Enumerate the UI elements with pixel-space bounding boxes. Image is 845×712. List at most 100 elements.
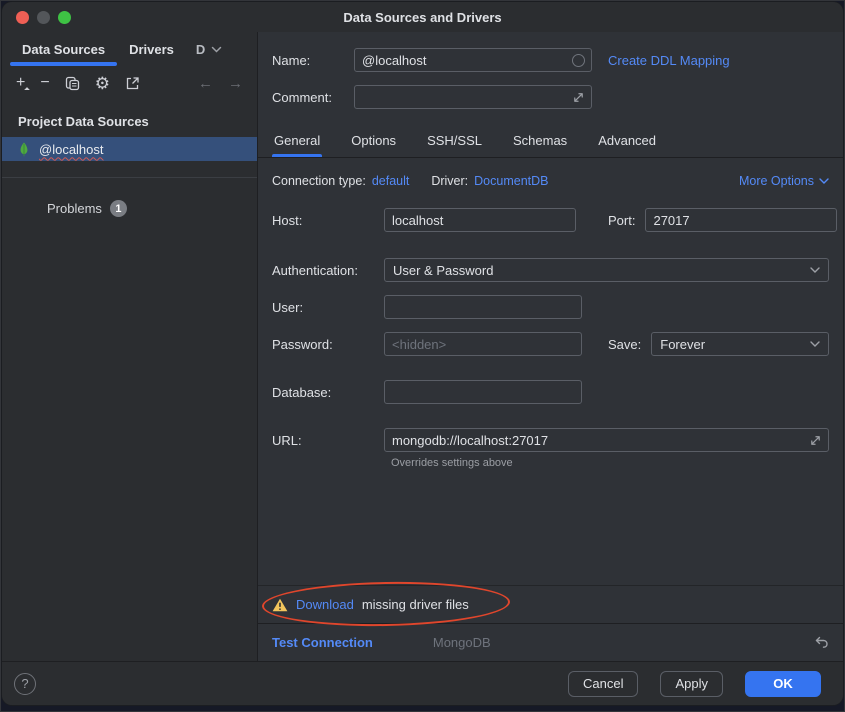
sidebar-divider bbox=[2, 177, 257, 178]
url-row: URL: bbox=[272, 428, 829, 452]
comment-input[interactable] bbox=[355, 86, 572, 108]
save-label: Save: bbox=[608, 337, 641, 352]
chevron-down-icon[interactable] bbox=[211, 46, 222, 53]
minimize-button[interactable] bbox=[37, 11, 50, 24]
zoom-button[interactable] bbox=[58, 11, 71, 24]
database-label: Database: bbox=[272, 385, 384, 400]
tab-drivers[interactable]: Drivers bbox=[117, 32, 186, 66]
authentication-label: Authentication: bbox=[272, 263, 384, 278]
duplicate-icon[interactable] bbox=[65, 76, 80, 91]
url-hint: Overrides settings above bbox=[391, 457, 829, 469]
datasource-item-localhost[interactable]: @localhost bbox=[2, 137, 257, 161]
tab-advanced[interactable]: Advanced bbox=[596, 125, 658, 157]
driver-warning-row: Download missing driver files bbox=[258, 585, 843, 623]
create-ddl-mapping-link[interactable]: Create DDL Mapping bbox=[608, 53, 730, 68]
test-connection-link[interactable]: Test Connection bbox=[272, 635, 373, 650]
remove-icon[interactable]: − bbox=[40, 75, 49, 91]
tab-data-sources-label: Data Sources bbox=[22, 42, 105, 57]
port-input[interactable] bbox=[646, 209, 836, 231]
forward-icon[interactable]: → bbox=[228, 75, 243, 92]
apply-button[interactable]: Apply bbox=[660, 671, 723, 697]
problems-label: Problems bbox=[47, 201, 102, 216]
more-options-link[interactable]: More Options bbox=[739, 174, 829, 188]
window-controls bbox=[16, 11, 71, 24]
data-sources-dialog: Data Sources and Drivers Data Sources Dr… bbox=[2, 2, 843, 705]
close-button[interactable] bbox=[16, 11, 29, 24]
connection-type-label: Connection type: bbox=[272, 174, 366, 188]
connection-type-value-link[interactable]: default bbox=[372, 174, 410, 188]
comment-label: Comment: bbox=[272, 90, 354, 105]
download-driver-link[interactable]: Download bbox=[296, 597, 354, 612]
authentication-value: User & Password bbox=[393, 263, 493, 278]
general-form: Connection type: default Driver: Documen… bbox=[258, 158, 843, 585]
authentication-select[interactable]: User & Password bbox=[384, 258, 829, 282]
name-input[interactable] bbox=[355, 49, 572, 71]
url-input[interactable] bbox=[385, 429, 809, 451]
save-select[interactable]: Forever bbox=[651, 332, 829, 356]
back-icon[interactable]: ← bbox=[198, 75, 213, 92]
name-row: Name: Create DDL Mapping bbox=[272, 48, 829, 72]
help-icon[interactable]: ? bbox=[14, 673, 36, 695]
header-form: Name: Create DDL Mapping Comment: bbox=[258, 32, 843, 119]
bottom-bar: ? Cancel Apply OK bbox=[2, 661, 843, 705]
host-row: Host: Port: bbox=[272, 208, 829, 232]
save-value: Forever bbox=[660, 337, 705, 352]
port-label: Port: bbox=[608, 213, 635, 228]
driver-label: Driver: bbox=[431, 174, 468, 188]
refresh-ring-icon bbox=[572, 54, 591, 67]
mongodb-leaf-icon bbox=[18, 141, 30, 158]
url-field-wrap bbox=[384, 428, 829, 452]
tab-schemas[interactable]: Schemas bbox=[511, 125, 569, 157]
name-field-wrap bbox=[354, 48, 592, 72]
datasource-label: @localhost bbox=[39, 142, 104, 157]
tab-truncated-label: D bbox=[196, 42, 205, 57]
password-label: Password: bbox=[272, 337, 384, 352]
authentication-row: Authentication: User & Password bbox=[272, 258, 829, 282]
chevron-down-icon bbox=[810, 341, 820, 347]
password-row: Password: Save: Forever bbox=[272, 332, 829, 356]
name-label: Name: bbox=[272, 53, 354, 68]
main-panel: Name: Create DDL Mapping Comment: bbox=[258, 32, 843, 661]
sidebar-toolbar: + − ⚙ ← → bbox=[2, 66, 257, 100]
user-input[interactable] bbox=[385, 296, 581, 318]
tab-data-sources[interactable]: Data Sources bbox=[10, 32, 117, 66]
password-input[interactable] bbox=[385, 333, 581, 355]
expand-icon[interactable] bbox=[572, 91, 591, 104]
section-header: Project Data Sources bbox=[2, 100, 257, 137]
gear-icon[interactable]: ⚙ bbox=[95, 75, 110, 92]
cancel-button[interactable]: Cancel bbox=[568, 671, 638, 697]
database-input[interactable] bbox=[385, 381, 581, 403]
port-field-wrap bbox=[645, 208, 837, 232]
sidebar-tabs: Data Sources Drivers D bbox=[2, 32, 257, 66]
settings-tabstrip: General Options SSH/SSL Schemas Advanced bbox=[258, 119, 843, 158]
user-field-wrap bbox=[384, 295, 582, 319]
ok-button[interactable]: OK bbox=[745, 671, 821, 697]
warning-icon bbox=[272, 598, 288, 612]
dialog-buttons: Cancel Apply OK bbox=[568, 671, 821, 697]
host-field-wrap bbox=[384, 208, 576, 232]
warning-text: missing driver files bbox=[362, 597, 469, 612]
window-title: Data Sources and Drivers bbox=[343, 10, 501, 25]
host-input[interactable] bbox=[385, 209, 575, 231]
database-field-wrap bbox=[384, 380, 582, 404]
expand-icon[interactable] bbox=[809, 434, 828, 447]
chevron-down-icon bbox=[810, 267, 820, 273]
connection-type-row: Connection type: default Driver: Documen… bbox=[272, 174, 829, 188]
user-row: User: bbox=[272, 295, 829, 319]
tab-ssh-ssl[interactable]: SSH/SSL bbox=[425, 125, 484, 157]
driver-name-text: MongoDB bbox=[433, 635, 491, 650]
tab-overflow[interactable]: D bbox=[186, 32, 224, 66]
user-label: User: bbox=[272, 300, 384, 315]
problems-item[interactable]: Problems 1 bbox=[47, 200, 257, 217]
screenshot-canvas: Data Sources and Drivers Data Sources Dr… bbox=[0, 0, 845, 712]
tab-drivers-label: Drivers bbox=[129, 42, 174, 57]
driver-value-link[interactable]: DocumentDB bbox=[474, 174, 548, 188]
tab-general[interactable]: General bbox=[272, 125, 322, 157]
password-field-wrap bbox=[384, 332, 582, 356]
add-icon[interactable]: + bbox=[16, 75, 25, 91]
revert-icon[interactable] bbox=[813, 635, 829, 650]
database-row: Database: bbox=[272, 380, 829, 404]
open-in-new-icon[interactable] bbox=[125, 76, 140, 91]
tab-options[interactable]: Options bbox=[349, 125, 398, 157]
comment-row: Comment: bbox=[272, 85, 829, 109]
